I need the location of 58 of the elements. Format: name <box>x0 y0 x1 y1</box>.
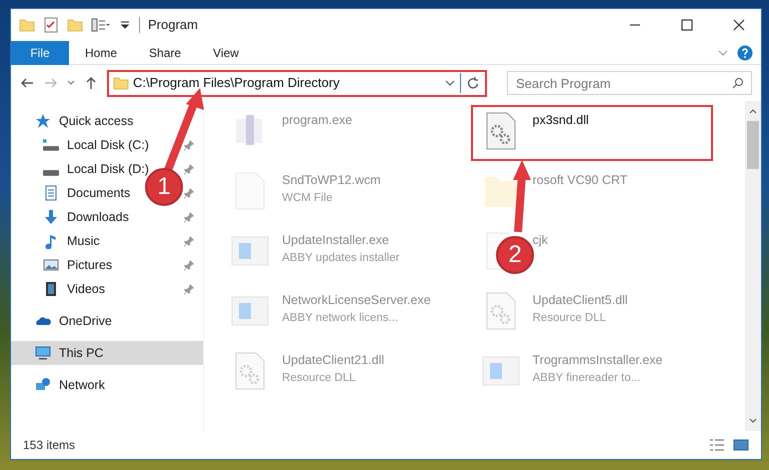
sidebar-item[interactable]: Quick access <box>35 112 134 130</box>
sidebar-item[interactable]: Pictures <box>43 256 112 274</box>
new-folder-icon <box>67 17 83 33</box>
file-menu-tab[interactable]: File <box>11 40 69 64</box>
close-icon <box>733 19 745 31</box>
file-type: ABBY updates installer <box>282 250 400 266</box>
window-title: Program <box>148 16 198 34</box>
file-item-highlight[interactable]: px3snd.dll <box>470 105 713 161</box>
folder-icon <box>19 17 35 33</box>
document-icon <box>43 185 59 201</box>
file-type: WCM File <box>282 190 334 206</box>
file-name[interactable]: px3snd.dll <box>532 111 589 130</box>
file-type: ABBY network licens... <box>282 310 400 326</box>
maximize-icon <box>681 19 693 31</box>
sidebar-item[interactable]: Local Disk (C:) <box>43 136 149 154</box>
pin-icon[interactable] <box>183 139 195 151</box>
search-field[interactable]: Search Program <box>507 71 752 95</box>
sidebar-item[interactable]: Music <box>43 232 100 250</box>
sidebar-item[interactable]: This PC <box>35 344 104 362</box>
sidebar-item[interactable]: Network <box>35 376 105 394</box>
help-icon[interactable] <box>737 44 753 60</box>
download-icon <box>43 209 59 225</box>
drive-icon <box>43 138 59 152</box>
properties-icon[interactable] <box>91 17 111 33</box>
pin-icon[interactable] <box>183 259 195 271</box>
sidebar-item[interactable]: Documents <box>43 184 130 202</box>
sidebar-item[interactable]: Downloads <box>43 208 129 226</box>
sidebar-item[interactable]: Videos <box>43 280 105 298</box>
image-icon <box>43 257 59 273</box>
item-count: 153 items <box>23 437 76 454</box>
scroll-thumb[interactable] <box>747 121 759 169</box>
dropdown-icon[interactable] <box>119 19 131 31</box>
film-icon <box>43 281 59 297</box>
details-view-icon[interactable] <box>709 437 725 453</box>
star-icon <box>35 113 51 129</box>
pin-icon[interactable] <box>183 163 195 175</box>
pin-icon[interactable] <box>183 187 195 199</box>
checklist-icon[interactable] <box>43 17 59 33</box>
large-icons-view-icon[interactable] <box>733 437 749 453</box>
refresh-icon[interactable] <box>465 75 481 91</box>
folder-icon <box>113 75 129 91</box>
ribbon-tab[interactable]: Share <box>133 40 198 64</box>
chevron-down-icon[interactable] <box>67 79 75 87</box>
network-icon <box>35 377 51 393</box>
sidebar-item[interactable]: OneDrive <box>35 312 112 330</box>
pin-icon[interactable] <box>183 283 195 295</box>
pin-icon[interactable] <box>183 211 195 223</box>
search-icon <box>732 77 744 89</box>
address-bar[interactable]: C:\Program Files\Program Directory <box>107 70 487 96</box>
ribbon-tab[interactable]: Home <box>69 40 134 64</box>
pin-icon[interactable] <box>183 235 195 247</box>
file-type: Resource DLL <box>532 310 608 326</box>
drive-icon <box>43 170 59 176</box>
ribbon-tab[interactable]: View <box>197 40 255 64</box>
scrollbar[interactable] <box>745 101 761 431</box>
file-type: ABBY finereader to... <box>532 370 642 386</box>
monitor-icon <box>35 345 51 361</box>
file-type: Resource DLL <box>282 370 357 386</box>
